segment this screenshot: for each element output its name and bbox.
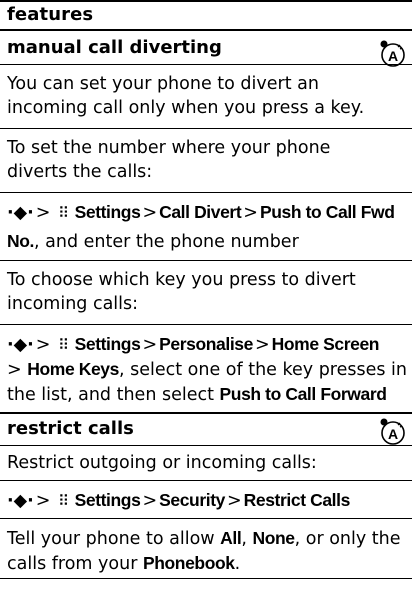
menu-security: Security: [159, 490, 225, 510]
svg-text:A: A: [388, 426, 398, 442]
text-line: calls from your Phonebook.: [7, 551, 412, 576]
section-divider: [0, 480, 412, 481]
text-fragment: , and enter the phone number: [34, 232, 299, 252]
paragraph-restrict-intro: Restrict outgoing or incoming calls:: [7, 453, 317, 473]
option-all: All: [220, 528, 242, 548]
section-divider: [0, 445, 412, 446]
section-divider: [0, 412, 412, 414]
menu-settings: Settings: [74, 202, 141, 222]
option-none: None: [252, 528, 295, 548]
menu-grid-icon: ⠿: [58, 204, 70, 222]
menu-restrict-calls: Restrict Calls: [243, 490, 351, 510]
section-divider: [0, 64, 412, 65]
text-fragment: .: [234, 554, 241, 574]
nav-key-icon: ·◆·: [7, 491, 34, 511]
menu-call-divert: Call Divert: [159, 202, 242, 222]
separator: >: [243, 203, 258, 223]
menu-settings: Settings: [74, 334, 141, 354]
section-divider: [0, 260, 412, 261]
separator: >: [142, 335, 158, 355]
menu-personalise: Personalise: [159, 334, 253, 354]
text-fragment: calls from your: [7, 554, 143, 574]
option-phonebook: Phonebook: [142, 553, 235, 573]
menu-path-call-divert: ·◆· > ⠿ Settings > Call Divert > Push to Call…: [7, 200, 412, 254]
text-line: > Home Keys, select one of the key press…: [7, 357, 412, 382]
separator: >: [142, 491, 158, 511]
network-feature-icon: A: [378, 416, 406, 446]
text-line: diverts the calls:: [7, 162, 153, 182]
text-fragment: Tell your phone to allow: [7, 529, 221, 549]
menu-push-to-call-fwd: Push to Call Fwd: [259, 202, 395, 222]
separator: >: [35, 203, 51, 223]
paragraph-divert-intro: You can set your phone to divert an inco…: [7, 72, 412, 120]
menu-grid-icon: ⠿: [58, 492, 70, 510]
text-line: No., and enter the phone number: [7, 229, 412, 254]
svg-text:A: A: [388, 48, 398, 64]
menu-settings: Settings: [74, 490, 141, 510]
menu-no: No.: [7, 231, 34, 251]
bottom-divider: [0, 578, 412, 579]
text-fragment: , or only the: [294, 529, 401, 549]
header-divider: [0, 29, 412, 31]
text-line: ·◆· > ⠿ Settings > Personalise > Home Screen: [7, 332, 412, 357]
manual-page: features manual call diverting A You can…: [0, 0, 412, 602]
separator: >: [35, 491, 51, 511]
text-line: To set the number where your phone: [7, 138, 331, 158]
text-line: Tell your phone to allow All, None, or o…: [7, 526, 412, 551]
top-rule: [0, 0, 412, 2]
separator: >: [7, 360, 22, 380]
separator: >: [254, 335, 270, 355]
text-line: incoming calls:: [7, 294, 139, 314]
menu-path-restrict-calls: ·◆· > ⠿ Settings > Security > Restrict Calls: [7, 488, 412, 513]
section-title-restrict-calls: restrict calls: [7, 418, 134, 439]
text-line: You can set your phone to divert an: [7, 74, 319, 94]
menu-home-screen: Home Screen: [271, 334, 380, 354]
separator: >: [35, 335, 51, 355]
page-header: features: [7, 4, 94, 25]
paragraph-set-number: To set the number where your phone diver…: [7, 136, 412, 184]
text-line: incoming call only when you press a key.: [7, 98, 365, 118]
section-divider: [0, 128, 412, 129]
paragraph-choose-key: To choose which key you press to divert …: [7, 268, 412, 316]
text-line: the list, and then select Push to Call F…: [7, 382, 412, 407]
menu-push-to-call-forward: Push to Call Forward: [219, 384, 387, 404]
menu-grid-icon: ⠿: [58, 336, 70, 354]
menu-home-keys: Home Keys: [27, 359, 119, 379]
section-divider: [0, 324, 412, 325]
section-divider: [0, 518, 412, 519]
paragraph-allow-options: Tell your phone to allow All, None, or o…: [7, 526, 412, 576]
menu-path-home-keys: ·◆· > ⠿ Settings > Personalise > Home Screen …: [7, 332, 412, 407]
nav-key-icon: ·◆·: [7, 335, 34, 355]
separator: >: [226, 491, 242, 511]
section-divider: [0, 192, 412, 193]
text-line: To choose which key you press to divert: [7, 270, 356, 290]
text-line: ·◆· > ⠿ Settings > Call Divert > Push to Call…: [7, 200, 412, 225]
text-fragment: the list, and then select: [7, 385, 220, 405]
section-title-manual-call-diverting: manual call diverting: [7, 37, 222, 58]
nav-key-icon: ·◆·: [7, 203, 34, 223]
text-fragment: ,: [241, 529, 253, 549]
separator: >: [142, 203, 158, 223]
text-fragment: , select one of the key presses in: [118, 360, 408, 380]
